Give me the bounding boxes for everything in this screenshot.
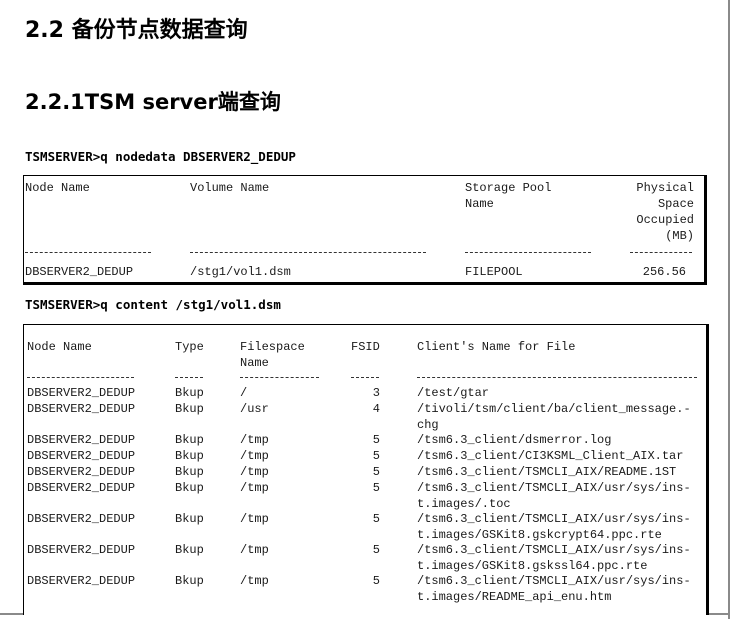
cell-filespace: /tmp (240, 543, 269, 557)
cell-client-file: /tsm6.3_client/TSMCLI_AIX/usr/sys/ins- t… (417, 481, 691, 511)
cell-fsid: 5 (372, 481, 380, 495)
cell-fsid: 5 (372, 512, 380, 526)
column-separator (630, 252, 692, 253)
column-separator (351, 377, 379, 378)
cell-type: Bkup (175, 543, 204, 557)
cell-fsid: 4 (372, 402, 380, 416)
header-fsid: FSID (351, 340, 380, 354)
cell-type: Bkup (175, 386, 204, 400)
header-filespace: Filespace Name (240, 340, 305, 370)
cell-type: Bkup (175, 465, 204, 479)
row-physical-space: 256.56 (642, 265, 686, 279)
cell-type: Bkup (175, 574, 204, 588)
cell-client-file: /tsm6.3_client/dsmerror.log (417, 433, 612, 447)
row-storage-pool: FILEPOOL (465, 265, 523, 279)
cell-node-name: DBSERVER2_DEDUP (27, 449, 136, 463)
page-border-right (728, 0, 730, 619)
cell-node-name: DBSERVER2_DEDUP (27, 512, 136, 526)
subsection-heading: 2.2.1TSM server端查询 (25, 90, 281, 114)
header-node-name: Node Name (25, 181, 90, 195)
cell-type: Bkup (175, 402, 204, 416)
header-type: Type (175, 340, 204, 354)
row-node-name: DBSERVER2_DEDUP (25, 265, 134, 279)
cell-client-file: /tsm6.3_client/CI3KSML_Client_AIX.tar (417, 449, 684, 463)
content-command: TSMSERVER>q content /stg1/vol1.dsm (25, 297, 281, 312)
column-separator (25, 252, 151, 253)
header-storage-pool: Storage Pool Name (465, 181, 552, 211)
cell-fsid: 5 (372, 543, 380, 557)
cell-filespace: /tmp (240, 433, 269, 447)
header-node-name: Node Name (27, 340, 92, 354)
row-volume-name: /stg1/vol1.dsm (190, 265, 291, 279)
cell-filespace: /tmp (240, 449, 269, 463)
cell-filespace: /tmp (240, 574, 269, 588)
cell-node-name: DBSERVER2_DEDUP (27, 402, 136, 416)
cell-node-name: DBSERVER2_DEDUP (27, 433, 136, 447)
cell-filespace: /usr (240, 402, 269, 416)
cell-filespace: /tmp (240, 465, 269, 479)
cell-node-name: DBSERVER2_DEDUP (27, 481, 136, 495)
cell-type: Bkup (175, 433, 204, 447)
cell-fsid: 5 (372, 574, 380, 588)
nodedata-command: TSMSERVER>q nodedata DBSERVER2_DEDUP (25, 149, 296, 164)
column-separator (240, 377, 319, 378)
cell-client-file: /tsm6.3_client/TSMCLI_AIX/usr/sys/ins- t… (417, 543, 691, 573)
cell-node-name: DBSERVER2_DEDUP (27, 543, 136, 557)
cell-node-name: DBSERVER2_DEDUP (27, 574, 136, 588)
column-separator (417, 377, 697, 378)
cell-filespace: /tmp (240, 512, 269, 526)
content-table: Node Name Type Filespace Name FSID Clien… (23, 324, 709, 615)
cell-client-file: /test/gtar (417, 386, 490, 400)
section-heading: 2.2 备份节点数据查询 (25, 18, 248, 43)
cell-fsid: 5 (372, 465, 380, 479)
cell-client-file: /tsm6.3_client/TSMCLI_AIX/README.1ST (417, 465, 677, 479)
cell-client-file: /tsm6.3_client/TSMCLI_AIX/usr/sys/ins- t… (417, 512, 691, 542)
header-client-name: Client's Name for File (417, 340, 576, 354)
cell-client-file: /tsm6.3_client/TSMCLI_AIX/usr/sys/ins- t… (417, 574, 691, 604)
cell-fsid: 5 (372, 449, 380, 463)
column-separator (465, 252, 591, 253)
cell-type: Bkup (175, 481, 204, 495)
cell-client-file: /tivoli/tsm/client/ba/client_message.- c… (417, 402, 691, 432)
cell-type: Bkup (175, 512, 204, 526)
column-separator (27, 377, 134, 378)
column-separator (190, 252, 426, 253)
cell-fsid: 5 (372, 433, 380, 447)
cell-type: Bkup (175, 449, 204, 463)
cell-node-name: DBSERVER2_DEDUP (27, 386, 136, 400)
header-volume-name: Volume Name (190, 181, 270, 195)
nodedata-table: Node Name Volume Name Storage Pool Name … (23, 175, 707, 285)
column-separator (175, 377, 203, 378)
header-physical-space: Physical Space Occupied (MB) (636, 181, 694, 243)
cell-filespace: / (240, 386, 248, 400)
cell-node-name: DBSERVER2_DEDUP (27, 465, 136, 479)
cell-fsid: 3 (372, 386, 380, 400)
cell-filespace: /tmp (240, 481, 269, 495)
